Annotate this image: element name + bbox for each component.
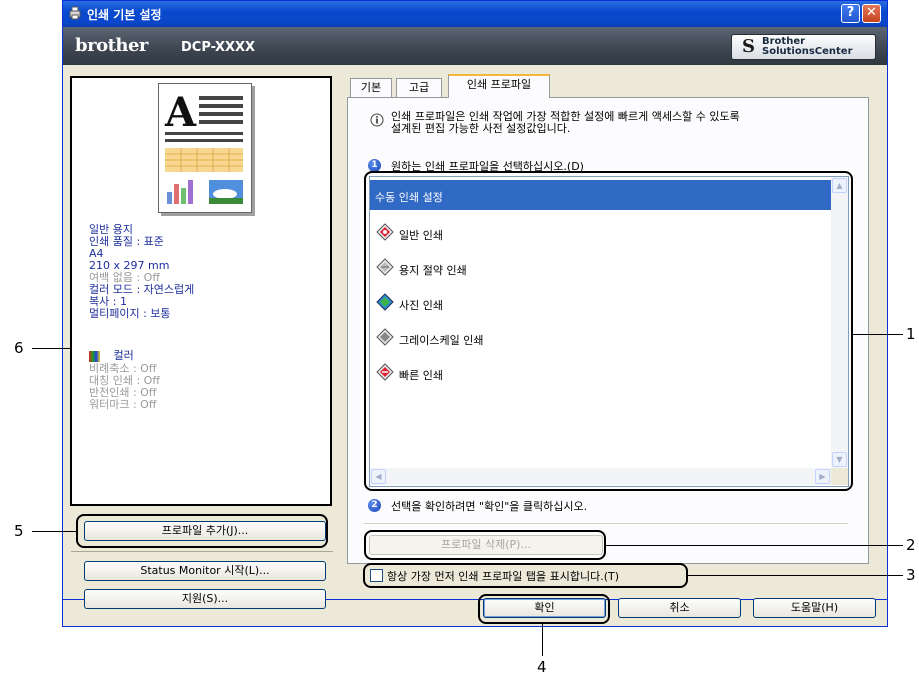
status-monitor-button[interactable]: Status Monitor 시작(L)... xyxy=(84,561,326,581)
step2-label: 선택을 확인하려면 "확인"을 클릭하십시오. xyxy=(391,500,588,513)
extra-setting-line: 워터마크 : Off xyxy=(89,398,157,411)
title-bar[interactable]: 인쇄 기본 설정 ? ✕ xyxy=(63,1,887,27)
callout-number-6: 6 xyxy=(14,339,24,357)
close-button[interactable]: ✕ xyxy=(862,4,881,23)
support-button[interactable]: 지원(S)... xyxy=(84,589,326,609)
tab-advanced[interactable]: 고급 xyxy=(396,78,442,97)
callout-number-5: 5 xyxy=(14,522,24,540)
svg-text:A: A xyxy=(164,89,197,136)
callout-number-4: 4 xyxy=(537,658,547,676)
color-swatch-icon xyxy=(89,350,100,362)
separator xyxy=(364,523,848,524)
callout-number-3: 3 xyxy=(906,566,916,584)
solutions-center-button[interactable]: S Brother SolutionsCenter xyxy=(731,34,876,60)
callout-box-5 xyxy=(76,514,328,548)
model-name: DCP-XXXX xyxy=(181,40,256,55)
summary-line: 멀티페이지 : 보통 xyxy=(89,307,171,320)
callout-box-1 xyxy=(364,171,853,491)
preview-panel: A 일반 용지 인쇄 품질 : 표준 A4 210 x 297 mm 여백 없음 : O… xyxy=(70,76,332,506)
callout-line-6 xyxy=(32,348,70,349)
callout-line-5 xyxy=(32,531,76,532)
solutions-center-line2: SolutionsCenter xyxy=(762,46,853,57)
callout-line-1 xyxy=(853,334,903,335)
info-icon xyxy=(370,113,384,127)
step2-icon: 2 xyxy=(368,499,381,512)
tab-print-profiles[interactable]: 인쇄 프로파일 xyxy=(448,74,550,98)
callout-line-3 xyxy=(688,575,903,576)
document-preview-icon: A xyxy=(164,89,243,204)
solutions-center-icon: S xyxy=(742,36,755,57)
window-title: 인쇄 기본 설정 xyxy=(87,8,162,22)
page-preview-image: A xyxy=(158,83,252,213)
callout-number-2: 2 xyxy=(906,536,916,554)
help-title-button[interactable]: ? xyxy=(841,4,860,23)
callout-number-1: 1 xyxy=(906,325,916,343)
printer-icon xyxy=(69,6,81,20)
cancel-button[interactable]: 취소 xyxy=(618,598,741,618)
callout-line-4 xyxy=(542,624,543,656)
color-indicator: 컬러 xyxy=(89,350,134,362)
callout-box-3 xyxy=(363,563,688,588)
brother-logo: brother xyxy=(75,35,148,56)
intro-text: 인쇄 프로파일은 인쇄 작업에 가장 적합한 설정에 빠르게 액세스할 수 있도… xyxy=(391,110,740,135)
callout-line-2 xyxy=(606,545,903,546)
callout-box-4 xyxy=(478,594,610,624)
color-label: 컬러 xyxy=(113,349,134,362)
tab-basic[interactable]: 기본 xyxy=(350,78,392,97)
separator xyxy=(71,551,333,552)
help-button[interactable]: 도움말(H) xyxy=(753,598,876,618)
brand-bar: brother DCP-XXXX S Brother SolutionsCent… xyxy=(63,27,887,65)
callout-box-2 xyxy=(364,530,606,560)
